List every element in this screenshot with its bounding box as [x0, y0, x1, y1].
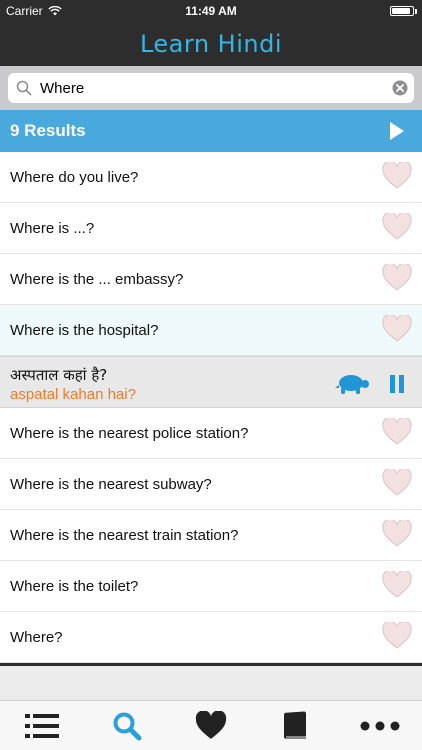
turtle-slow-play-icon[interactable]	[334, 373, 370, 395]
search-bar	[0, 66, 422, 110]
tab-favorites[interactable]	[181, 706, 241, 746]
tab-more[interactable]	[350, 706, 410, 746]
more-icon	[360, 721, 400, 730]
favorite-heart-icon[interactable]	[382, 315, 412, 343]
phrase-detail: अस्पताल कहां है? aspatal kahan hai?	[0, 356, 422, 408]
phrase-text: Where is the nearest subway?	[10, 475, 212, 493]
phrase-text: Where is the nearest police station?	[10, 424, 249, 442]
list-icon	[25, 713, 60, 738]
phrase-text: Where do you live?	[10, 168, 139, 186]
results-count: 9 Results	[10, 121, 86, 140]
results-header: 9 Results	[0, 110, 422, 152]
clear-search-icon[interactable]	[392, 80, 408, 96]
phrase-row[interactable]: Where is the nearest subway?	[0, 459, 422, 510]
tab-book[interactable]	[265, 706, 325, 746]
search-input[interactable]	[40, 79, 392, 97]
status-time: 11:49 AM	[185, 4, 237, 18]
status-bar: Carrier 11:49 AM	[0, 0, 422, 22]
heart-icon	[195, 710, 227, 739]
favorite-heart-icon[interactable]	[382, 418, 412, 446]
app-title: Learn Hindi	[139, 30, 283, 58]
pause-icon[interactable]	[390, 375, 404, 393]
tab-bar	[0, 700, 422, 750]
list-empty-area	[0, 666, 422, 700]
favorite-heart-icon[interactable]	[382, 520, 412, 548]
battery-fill	[392, 8, 410, 14]
favorite-heart-icon[interactable]	[382, 571, 412, 599]
results-list: Where do you live? Where is ...? Where i…	[0, 152, 422, 663]
phrase-text: Where is the ... embassy?	[10, 270, 184, 288]
phrase-text: Where is the nearest train station?	[10, 526, 239, 544]
favorite-heart-icon[interactable]	[382, 213, 412, 241]
search-box[interactable]	[8, 73, 414, 103]
phrase-text: Where is ...?	[10, 219, 95, 237]
tab-search[interactable]	[97, 706, 157, 746]
phrase-text: Where is the toilet?	[10, 577, 139, 595]
play-all-icon[interactable]	[390, 122, 404, 140]
favorite-heart-icon[interactable]	[382, 469, 412, 497]
favorite-heart-icon[interactable]	[382, 264, 412, 292]
search-icon	[16, 80, 32, 96]
phrase-row[interactable]: Where is the toilet?	[0, 561, 422, 612]
phrase-row[interactable]: Where is ...?	[0, 203, 422, 254]
phrase-row[interactable]: Where is the nearest train station?	[0, 510, 422, 561]
phrase-row[interactable]: Where is the nearest police station?	[0, 408, 422, 459]
favorite-heart-icon[interactable]	[382, 622, 412, 650]
phrase-text: Where is the hospital?	[10, 321, 159, 339]
favorite-heart-icon[interactable]	[382, 162, 412, 190]
battery-icon	[390, 6, 417, 16]
book-icon	[284, 710, 307, 739]
phrase-row[interactable]: Where is the ... embassy?	[0, 254, 422, 305]
phrase-row[interactable]: Where do you live?	[0, 152, 422, 203]
tab-list[interactable]	[12, 706, 72, 746]
phrase-text: Where?	[10, 628, 63, 646]
search-icon	[113, 712, 142, 740]
phrase-row-selected[interactable]: Where is the hospital?	[0, 305, 422, 356]
phrase-row[interactable]: Where?	[0, 612, 422, 663]
